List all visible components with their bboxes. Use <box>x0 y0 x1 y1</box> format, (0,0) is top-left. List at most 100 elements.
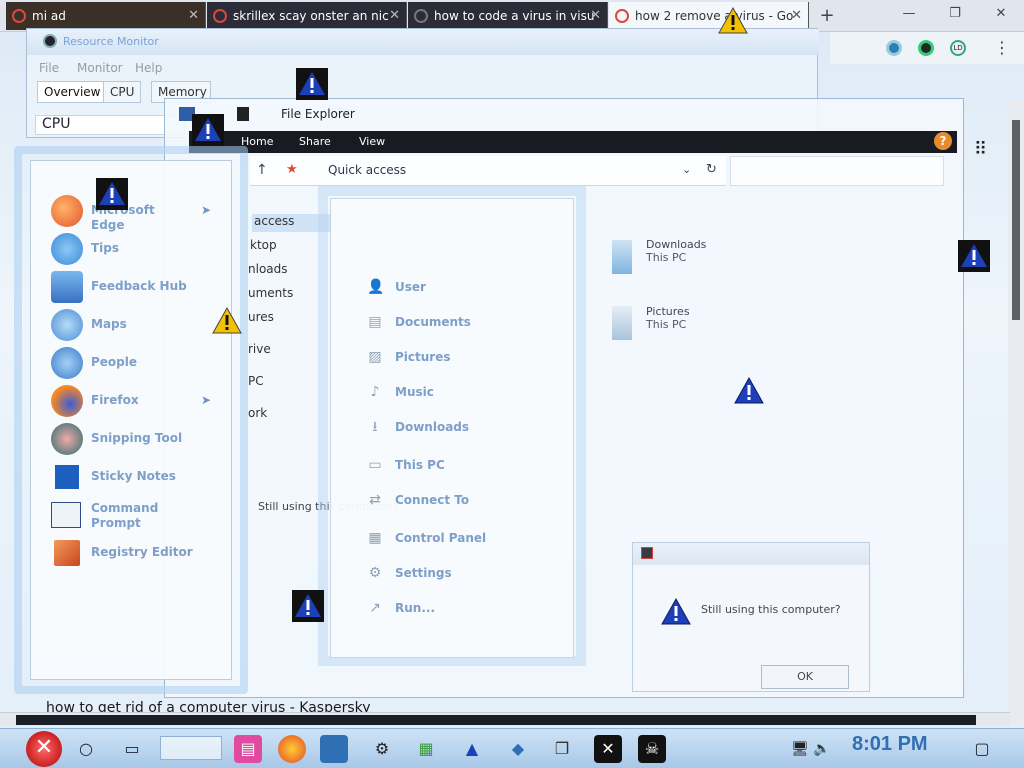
place-label: Run... <box>395 601 436 615</box>
browser-tab-3[interactable]: how to code a virus in visu ✕ <box>408 2 608 30</box>
extension-icon[interactable] <box>886 40 902 56</box>
warning-icon[interactable]: ▲ <box>458 735 486 763</box>
scrollbar-thumb[interactable] <box>16 715 976 725</box>
restore-button[interactable]: ❐ <box>942 6 968 26</box>
tab-favicon <box>12 9 26 23</box>
file-explorer-icon[interactable] <box>320 735 348 763</box>
new-tab-button[interactable]: + <box>816 4 838 28</box>
place-music[interactable]: ♪ Music <box>367 382 557 406</box>
scrollbar-thumb[interactable] <box>1012 120 1020 320</box>
close-button[interactable]: ✕ <box>988 6 1014 26</box>
browser-tab-2[interactable]: skrillex scay onster an nic ✕ <box>207 2 407 30</box>
taskbar-clock[interactable]: 8:01 PM <box>852 733 928 756</box>
extension-badge-icon[interactable]: LD <box>950 40 966 56</box>
place-downloads[interactable]: ⭳ Downloads <box>367 417 557 441</box>
refresh-icon[interactable]: ↻ <box>706 162 717 177</box>
tab-close-icon[interactable]: ✕ <box>188 2 199 30</box>
start-item-sticky-notes[interactable]: Sticky Notes <box>51 461 221 493</box>
start-item-registry-editor[interactable]: Registry Editor <box>51 537 221 569</box>
vertical-scrollbar[interactable] <box>1008 100 1024 726</box>
chevron-down-icon[interactable]: ⌄ <box>682 163 691 176</box>
menu-monitor[interactable]: Monitor <box>77 61 123 75</box>
window-switch-icon[interactable]: ❐ <box>548 735 576 763</box>
place-pictures[interactable]: ▨ Pictures <box>367 347 557 371</box>
extension-icon[interactable] <box>918 40 934 56</box>
music-icon: ♪ <box>370 384 380 400</box>
tab-close-icon[interactable]: ✕ <box>590 2 601 30</box>
cpu-section-header[interactable]: CPU <box>35 115 185 135</box>
tab-favicon <box>414 9 428 23</box>
place-settings[interactable]: ⚙ Settings <box>367 563 557 587</box>
start-item-command-prompt[interactable]: Command Prompt <box>51 499 221 531</box>
menu-help[interactable]: Help <box>135 61 162 75</box>
dialog-message: Still using this computer? <box>701 603 841 616</box>
gear-icon[interactable]: ⚙ <box>368 735 396 763</box>
nav-item-this-pc[interactable]: PC <box>248 374 264 388</box>
item-location: This PC <box>646 251 687 264</box>
app-icon[interactable]: ◆ <box>504 735 532 763</box>
still-using-dialog: Still using this computer? OK <box>632 542 870 692</box>
minimize-button[interactable]: — <box>896 6 922 26</box>
warning-icon <box>661 597 691 625</box>
nav-item-pictures[interactable]: ures <box>248 310 274 324</box>
tab-close-icon[interactable]: ✕ <box>389 2 400 30</box>
tab-title: how 2 remove a virus - Go <box>635 9 794 23</box>
menu-file[interactable]: File <box>39 61 59 75</box>
app-icon[interactable]: ▤ <box>234 735 262 763</box>
start-item-edge[interactable]: Microsoft Edge ➤ <box>51 195 221 232</box>
nav-item-downloads[interactable]: nloads <box>248 262 288 276</box>
start-item-maps[interactable]: Maps <box>51 309 221 341</box>
start-item-label: Sticky Notes <box>91 469 176 483</box>
place-documents[interactable]: ▤ Documents <box>367 312 557 336</box>
quick-access-toolbar-icon[interactable] <box>237 107 249 121</box>
chevron-right-icon[interactable]: ➤ <box>201 393 211 407</box>
address-bar[interactable]: ↑ ★ Quick access ⌄ ↻ <box>250 156 726 186</box>
search-input[interactable] <box>730 156 944 186</box>
start-item-tips[interactable]: Tips <box>51 233 221 265</box>
start-item-feedback-hub[interactable]: Feedback Hub <box>51 271 221 303</box>
ok-button[interactable]: OK <box>761 665 849 689</box>
ribbon-tab-view[interactable]: View <box>359 135 385 148</box>
tab-overview[interactable]: Overview <box>37 81 108 103</box>
apps-grid-icon[interactable]: ⠿ <box>974 140 994 160</box>
browser-menu-icon[interactable]: ⋮ <box>994 38 1010 57</box>
start-item-people[interactable]: People <box>51 347 221 379</box>
tab-cpu[interactable]: CPU <box>103 81 142 103</box>
quick-access-item-downloads[interactable]: Downloads This PC <box>646 238 706 264</box>
task-view-icon[interactable]: ▭ <box>118 735 146 763</box>
volume-icon[interactable]: 🔈 <box>808 735 836 763</box>
scissors-icon <box>51 423 83 455</box>
start-button[interactable]: ✕ <box>26 731 62 767</box>
place-label: Connect To <box>395 493 470 507</box>
nav-item-network[interactable]: ork <box>248 406 267 420</box>
nav-item-documents[interactable]: uments <box>248 286 293 300</box>
browser-tab-4[interactable]: how 2 remove a virus - Go ✕ <box>609 2 809 30</box>
nav-item-desktop[interactable]: ktop <box>250 238 277 252</box>
quick-access-item-pictures[interactable]: Pictures This PC <box>646 305 690 331</box>
place-this-pc[interactable]: ▭ This PC <box>367 455 557 479</box>
search-icon[interactable]: ○ <box>72 735 100 763</box>
place-user[interactable]: 👤 User <box>367 277 557 301</box>
warning-icon <box>210 304 242 336</box>
place-run[interactable]: ↗ Run... <box>367 598 557 622</box>
app-icon[interactable]: ✕ <box>594 735 622 763</box>
start-item-snipping-tool[interactable]: Snipping Tool <box>51 423 221 455</box>
notification-icon[interactable]: ▢ <box>968 735 996 763</box>
chrome-icon[interactable] <box>278 735 306 763</box>
place-label: Control Panel <box>395 531 487 545</box>
place-control-panel[interactable]: ▦ Control Panel <box>367 528 557 552</box>
taskbar-search-box[interactable] <box>160 736 222 760</box>
place-connect-to[interactable]: ⇄ Connect To <box>367 490 557 514</box>
help-icon[interactable]: ? <box>934 132 952 150</box>
nav-item-drive[interactable]: rive <box>248 342 271 356</box>
visual-studio-icon[interactable]: ▦ <box>412 735 440 763</box>
chevron-right-icon[interactable]: ➤ <box>201 203 211 217</box>
browser-tab-1[interactable]: mi ad ✕ <box>6 2 206 30</box>
tab-close-icon[interactable]: ✕ <box>791 2 802 30</box>
skull-icon[interactable]: ☠ <box>638 735 666 763</box>
start-item-firefox[interactable]: Firefox ➤ <box>51 385 221 417</box>
start-item-label: Feedback Hub <box>91 279 187 293</box>
horizontal-scrollbar[interactable] <box>0 712 1010 726</box>
ribbon-tab-share[interactable]: Share <box>299 135 331 148</box>
up-arrow-icon[interactable]: ↑ <box>256 162 268 178</box>
